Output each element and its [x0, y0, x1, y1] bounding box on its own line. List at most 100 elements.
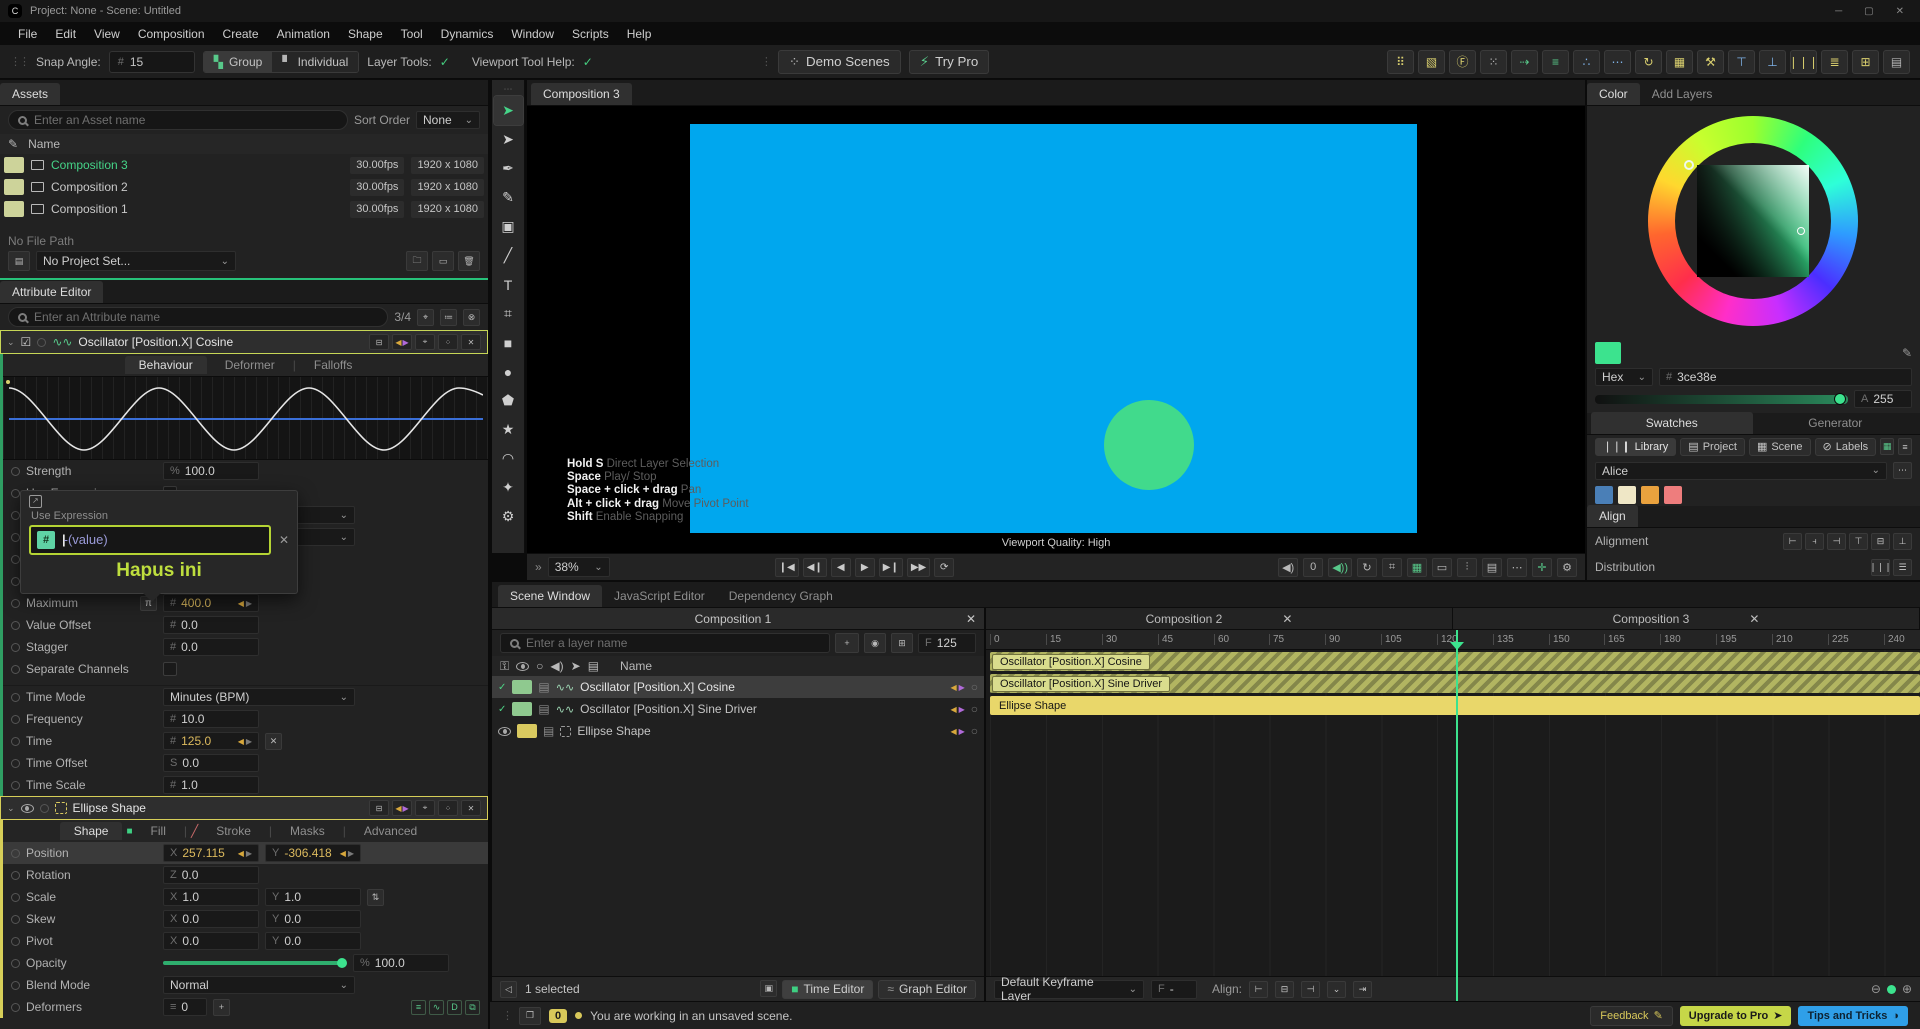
asset-color-swatch[interactable] — [4, 201, 24, 217]
layers-composition-tab[interactable]: Composition 1 — [500, 612, 966, 626]
attr-socket[interactable] — [11, 620, 20, 630]
attr-socket[interactable] — [11, 554, 20, 564]
hex-mode-dropdown[interactable]: Hex ⌄ — [1595, 368, 1653, 387]
hammer-tool-icon[interactable]: ⚒ — [1697, 49, 1724, 74]
remove-driver-icon[interactable]: ✕ — [265, 732, 282, 750]
keyframe-next-icon[interactable]: ▶ — [246, 737, 252, 746]
timeline-bar-oscillator-sine-driver[interactable]: Oscillator [Position.X] Sine Driver — [990, 674, 1920, 693]
strip-collapse-icon[interactable]: » — [535, 560, 542, 574]
options-icon[interactable]: ⁘ — [438, 334, 458, 350]
solo-column-icon[interactable]: ○ — [536, 659, 543, 673]
render-camera-tool-icon[interactable]: ▤ — [1883, 49, 1910, 74]
frame-view-icon[interactable]: ▣ — [760, 979, 778, 997]
layer-row-oscillator-sine-driver[interactable]: ✓ ▤ ∿∿ Oscillator [Position.X] Sine Driv… — [492, 698, 984, 720]
keyframe-prev-icon[interactable]: ◀ — [950, 705, 956, 714]
message-log-icon[interactable]: ❐ — [519, 1006, 541, 1025]
group-button[interactable]: ▚ Group — [203, 51, 273, 72]
try-pro-button[interactable]: ⚡ Try Pro — [908, 49, 990, 74]
enabled-check-icon[interactable]: ✓ — [498, 682, 506, 693]
line-tool[interactable]: ╱ — [494, 241, 523, 270]
deformers-count-field[interactable]: ≡ 0 — [163, 998, 207, 1016]
tab-shape[interactable]: Shape — [59, 822, 123, 840]
layer-row-ellipse-shape[interactable]: ▤ Ellipse Shape ◀ ▶ ○ — [492, 720, 984, 742]
hue-ring[interactable] — [1648, 115, 1858, 326]
grid-cells-tool-icon[interactable]: ⊞ — [1852, 49, 1879, 74]
align-top-icon[interactable]: ⊤ — [1849, 532, 1868, 550]
scatter-tool-icon[interactable]: ⁙ — [1480, 49, 1507, 74]
collapse-chevron-icon[interactable]: ⌄ — [7, 337, 15, 348]
attr-socket[interactable] — [11, 980, 20, 990]
rectangle-tool[interactable]: ■ — [494, 328, 523, 357]
pen-tool[interactable]: ✒ — [494, 154, 523, 183]
feedback-button[interactable]: Feedback ✎ — [1590, 1005, 1673, 1026]
asset-row-composition-3[interactable]: Composition 3 30.00fps 1920 x 1080 — [0, 154, 488, 176]
assets-tab[interactable]: Assets — [0, 83, 61, 105]
asset-search-input[interactable] — [34, 113, 338, 127]
menu-scripts[interactable]: Scripts — [564, 25, 617, 43]
library-button[interactable]: ❘❘❙ Library — [1595, 437, 1677, 456]
align-h-center-icon[interactable]: ⫞ — [1805, 532, 1824, 550]
ellipse-section-header[interactable]: ⌄ Ellipse Shape ⊟ ◀ ▶ ⌖ ⁘ ✕ — [0, 796, 488, 820]
tab-dependency-graph[interactable]: Dependency Graph — [717, 585, 845, 607]
menu-dynamics[interactable]: Dynamics — [433, 25, 502, 43]
timeline-zoom-knob[interactable] — [1886, 984, 1896, 994]
flag-icon[interactable]: ⫶ — [1457, 557, 1477, 577]
visibility-eye-icon[interactable] — [20, 803, 34, 813]
pixel-grid-icon[interactable]: ⌗ — [1382, 557, 1402, 577]
collapse-icon[interactable]: ◁ — [500, 980, 517, 998]
add-layer-button[interactable]: + — [835, 633, 859, 653]
filter-wave-icon[interactable]: ∿ — [429, 999, 444, 1015]
time-scale-field[interactable]: #1.0 — [163, 776, 259, 794]
next-frame-button[interactable]: ▶❙ — [878, 557, 903, 577]
project-button[interactable]: ▤ Project — [1680, 437, 1745, 456]
window-icon[interactable]: ▭ — [432, 251, 454, 271]
tab-generator[interactable]: Generator — [1755, 412, 1917, 434]
viewport-canvas[interactable]: Hold S Direct Layer Selection Space Play… — [527, 106, 1585, 553]
position-x-field[interactable]: X 257.115 ◀ ▶ — [163, 844, 259, 862]
attr-socket[interactable] — [11, 1002, 20, 1012]
time-editor-button[interactable]: ■ Time Editor — [782, 979, 874, 999]
close-section-icon[interactable]: ✕ — [461, 800, 481, 816]
polygon-tool[interactable]: ⬟ — [494, 386, 523, 415]
audio-level-field[interactable]: 0 — [1303, 557, 1324, 577]
tab-fill[interactable]: Fill — [137, 822, 180, 840]
align-tab[interactable]: Align — [1587, 505, 1638, 528]
socket-icon[interactable]: ○ — [971, 724, 978, 738]
swatch-red[interactable] — [1664, 485, 1682, 504]
blend-mode-dropdown[interactable]: Normal ⌄ — [163, 976, 355, 994]
rotate-tool-icon[interactable]: ↻ — [1635, 49, 1662, 74]
oscillator-section-header[interactable]: ⌄ ☑ ∿∿ Oscillator [Position.X] Cosine ⊟ … — [0, 330, 488, 354]
rotation-field[interactable]: Z 0.0 — [163, 866, 259, 884]
layer-color-swatch[interactable] — [517, 724, 537, 738]
keyframe-prev-icon[interactable]: ◀ — [950, 683, 956, 692]
menu-shape[interactable]: Shape — [340, 25, 391, 43]
align-keys-right-icon[interactable]: ⊣ — [1301, 980, 1321, 998]
attr-socket[interactable] — [11, 664, 20, 674]
filter-columns-icon[interactable]: ⊞ — [891, 633, 913, 653]
filter-deformer-icon[interactable]: D — [447, 999, 462, 1015]
close-popup-icon[interactable]: ✕ — [279, 533, 289, 547]
pin-icon[interactable]: ⌖ — [415, 800, 435, 816]
separate-channels-checkbox[interactable] — [163, 662, 177, 676]
attr-socket[interactable] — [11, 870, 20, 880]
distribute-h-icon[interactable]: ❘❘❘ — [1869, 558, 1892, 576]
attr-socket[interactable] — [11, 532, 20, 542]
expand-popup-icon[interactable] — [29, 495, 42, 508]
forge-tool-icon[interactable]: Ⓕ — [1449, 49, 1476, 74]
keyframe-next-icon[interactable]: ▶ — [959, 683, 965, 692]
attr-socket[interactable] — [11, 848, 20, 858]
keyframe-next-icon[interactable]: ▶ — [959, 727, 965, 736]
value-offset-field[interactable]: #0.0 — [163, 616, 259, 634]
align-right-icon[interactable]: ⊣ — [1827, 532, 1846, 550]
tab-color[interactable]: Color — [1587, 82, 1640, 105]
individual-button[interactable]: ▘ Individual — [272, 51, 359, 72]
prev-keyframe-button[interactable]: ◀❙ — [802, 557, 827, 577]
current-frame-field[interactable]: F 125 — [918, 633, 976, 653]
asset-color-swatch[interactable] — [4, 157, 24, 173]
distribute-v-icon[interactable]: ☰ — [1893, 558, 1912, 576]
rows-tool-icon[interactable]: ≣ — [1821, 49, 1848, 74]
layer-tools-check-icon[interactable]: ✓ — [440, 55, 450, 69]
pivot-y-field[interactable]: Y 0.0 — [265, 932, 361, 950]
keyframe-prev-icon[interactable]: ◀ — [340, 849, 346, 858]
attr-socket[interactable] — [11, 758, 20, 768]
